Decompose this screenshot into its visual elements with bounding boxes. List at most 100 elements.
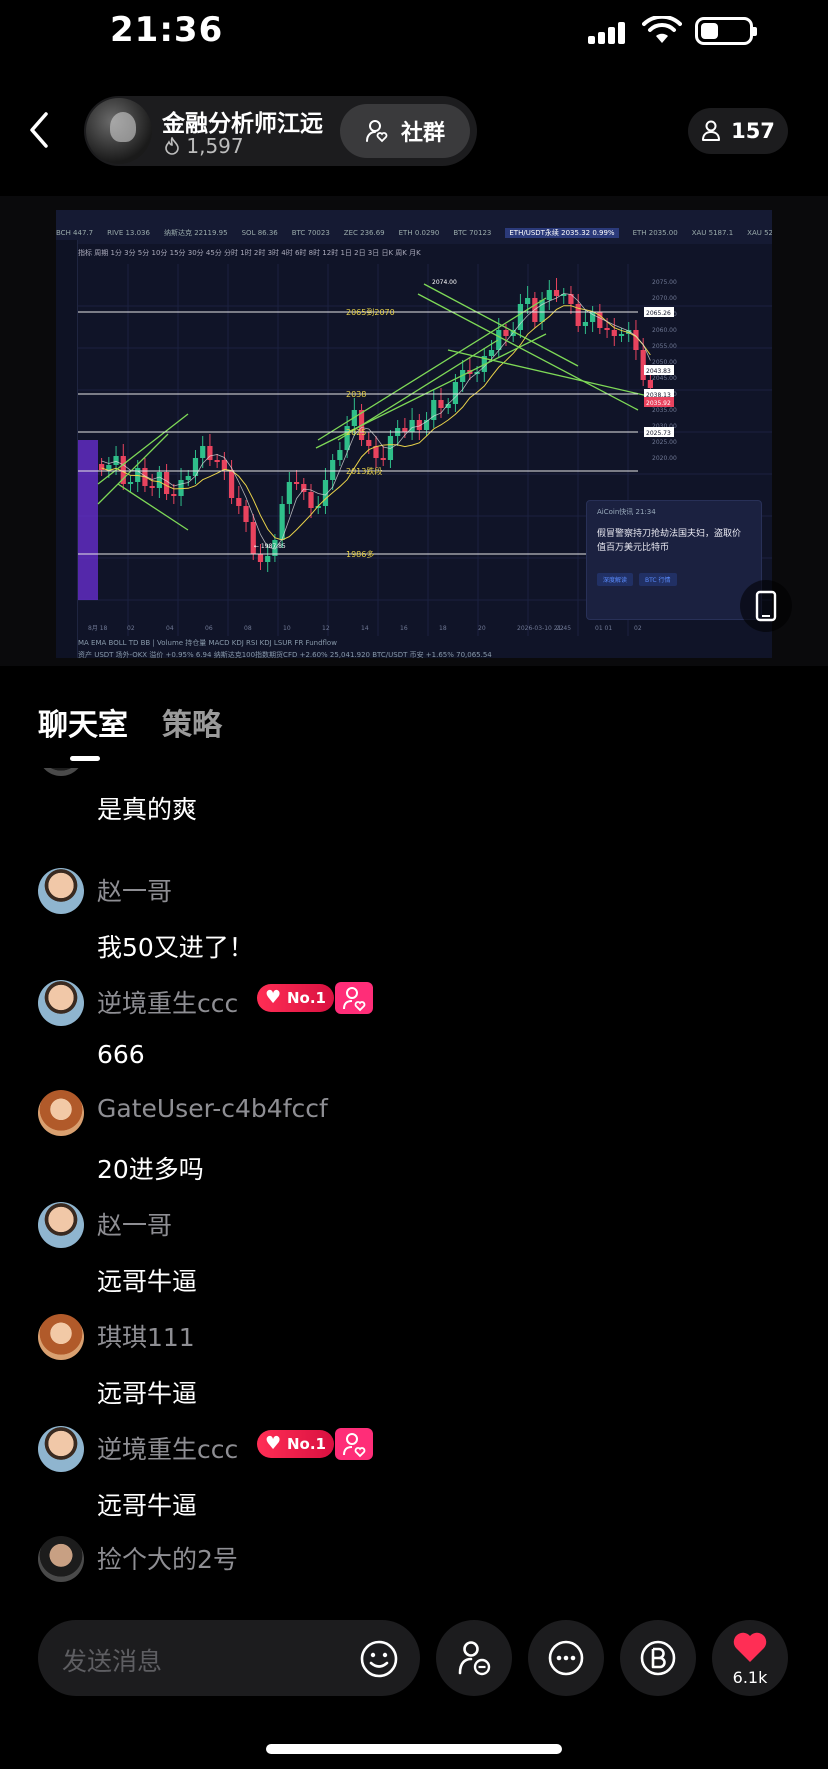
news-title: 假冒警察持刀抢劫法国夫妇，盗取价值百万美元比特币 <box>597 529 742 553</box>
candle-body <box>366 440 372 446</box>
coin-button[interactable] <box>620 1620 696 1696</box>
ticker-item[interactable]: BTC 70023 <box>292 229 330 237</box>
time-axis-tick: 02 <box>634 625 642 632</box>
price-axis-tick: 2025.00 <box>652 439 677 446</box>
user-avatar[interactable] <box>38 1426 84 1472</box>
like-button[interactable]: 6.1k <box>712 1620 788 1696</box>
time-axis-tick: 06 <box>205 625 213 632</box>
candle-body <box>402 428 408 432</box>
user-avatar[interactable] <box>38 868 84 914</box>
news-tag[interactable]: BTC 行情 <box>639 573 677 586</box>
price-axis-tick: 2060.00 <box>652 327 677 334</box>
emoji-icon[interactable] <box>358 1638 400 1680</box>
host-likes-count: 1,597 <box>186 134 244 158</box>
ticker-item[interactable]: XAU 5210.2 <box>747 229 772 237</box>
ticker-item[interactable]: ETH 2035.00 <box>633 229 678 237</box>
candle-body <box>618 334 625 336</box>
candle-body <box>156 472 162 488</box>
message-text: 20进多吗 <box>97 1155 204 1184</box>
ticker-item[interactable]: SOL 86.36 <box>242 229 278 237</box>
ticker-item[interactable]: ETH 0.0290 <box>399 229 440 237</box>
group-button[interactable]: 社群 <box>340 104 470 158</box>
user-avatar[interactable] <box>38 768 84 776</box>
price-axis-tick: 2070.00 <box>652 295 677 302</box>
user-follow-icon <box>458 1641 491 1676</box>
ticker-item[interactable]: 纳斯达克 22119.95 <box>164 229 228 237</box>
candle-body <box>243 506 249 522</box>
time-axis-tick: 20 <box>478 625 486 632</box>
ticker-item[interactable]: BTC 70123 <box>453 229 491 237</box>
candle-body <box>330 460 336 480</box>
candle-body <box>452 382 459 404</box>
more-dots-icon <box>548 1640 584 1676</box>
user-avatar[interactable] <box>38 1536 84 1582</box>
chat-message[interactable]: GateUser-c4b4fccf 20进多吗 <box>38 1090 818 1190</box>
message-input[interactable]: 发送消息 <box>38 1620 420 1696</box>
candle-body <box>113 456 119 465</box>
price-tag: 2025.73 <box>646 430 671 437</box>
candle-body <box>236 498 242 506</box>
ticker-item[interactable]: RIVE 13.036 <box>107 229 150 237</box>
username[interactable]: 捡个大的2号 <box>97 1540 238 1576</box>
tab-strategy[interactable]: 策略 <box>162 700 222 744</box>
candle-body <box>568 294 574 304</box>
price-tag: 2035.92 <box>646 400 671 407</box>
time-axis-tick: 10 <box>283 625 291 632</box>
chat-message[interactable]: 赵一哥 远哥牛逼 <box>38 1202 818 1302</box>
price-axis-tick: 2020.00 <box>652 455 677 462</box>
chat-message[interactable]: 逆境重生ccc No.1 远哥牛逼 <box>38 1426 818 1526</box>
username[interactable]: GateUser-c4b4fccf <box>97 1094 328 1123</box>
chat-message[interactable]: 琪琪111 远哥牛逼 <box>38 1314 818 1414</box>
wifi-icon <box>642 16 682 43</box>
username[interactable]: 琪琪111 <box>97 1318 195 1354</box>
chat-message[interactable]: 是真的爽 <box>38 768 818 830</box>
message-input-placeholder: 发送消息 <box>62 1647 163 1676</box>
ticker-item[interactable]: BCH 447.7 <box>56 229 93 237</box>
candle-body <box>214 460 220 462</box>
message-text: 666 <box>97 1040 145 1069</box>
back-chevron-icon[interactable] <box>22 108 58 152</box>
user-avatar[interactable] <box>38 1314 84 1360</box>
live-video[interactable]: BCH 447.7 RIVE 13.036 纳斯达克 22119.95 SOL 86.… <box>0 196 828 666</box>
ticker-item[interactable]: ZEC 236.69 <box>344 229 385 237</box>
news-popup[interactable]: AiCoin快讯 21:34 假冒警察持刀抢劫法国夫妇，盗取价值百万美元比特币 … <box>586 500 762 620</box>
username[interactable]: 逆境重生ccc <box>97 1430 238 1466</box>
price-axis-tick: 2045.00 <box>652 375 677 382</box>
ticker-item[interactable]: ETH/USDT永续 2035.32 0.99% <box>505 228 619 238</box>
username[interactable]: 赵一哥 <box>97 872 172 908</box>
coin-b-icon <box>640 1640 676 1676</box>
username[interactable]: 逆境重生ccc <box>97 984 238 1020</box>
user-avatar[interactable] <box>38 1090 84 1136</box>
price-level-label: 2013跌段 <box>346 466 382 476</box>
follow-host-button[interactable] <box>436 1620 512 1696</box>
tab-chat[interactable]: 聊天室 <box>38 700 128 744</box>
indicator-tabs: MA EMA BOLL TD BB | Volume 持仓量 MACD KDJ … <box>78 639 337 647</box>
group-button-label: 社群 <box>400 121 445 146</box>
chat-message[interactable]: 逆境重生ccc No.1 666 <box>38 980 818 1080</box>
username[interactable]: 赵一哥 <box>97 1206 172 1242</box>
chat-list[interactable]: 是真的爽 赵一哥 我50又进了！ 逆境重生ccc No.1 666 GateUs… <box>0 768 828 1588</box>
user-avatar[interactable] <box>38 980 84 1026</box>
candle-body <box>106 465 112 470</box>
time-axis-tick: 22 <box>556 625 564 632</box>
news-tag[interactable]: 深度解读 <box>597 573 634 586</box>
time-axis-tick: 8月 18 <box>88 625 108 632</box>
host-info-pill[interactable]: 金融分析师江远 1,597 社群 <box>84 96 477 166</box>
candle-body <box>337 450 343 460</box>
more-options-button[interactable] <box>528 1620 604 1696</box>
user-avatar[interactable] <box>38 1202 84 1248</box>
candle-body <box>611 330 617 336</box>
message-text: 远哥牛逼 <box>97 1267 198 1296</box>
candle-body <box>553 290 560 296</box>
candle-body <box>503 330 509 336</box>
chat-message[interactable]: 赵一哥 我50又进了！ <box>38 868 818 968</box>
host-avatar[interactable] <box>86 98 152 164</box>
rotate-phone-icon[interactable] <box>740 580 792 632</box>
viewer-count-pill[interactable]: 157 <box>688 108 788 154</box>
time-axis-tick: 12 <box>322 625 330 632</box>
candle-body <box>228 470 235 498</box>
time-axis-tick: 08 <box>244 625 252 632</box>
flame-icon <box>165 136 179 155</box>
chat-message[interactable]: 捡个大的2号 <box>38 1536 818 1588</box>
ticker-item[interactable]: XAU 5187.1 <box>692 229 733 237</box>
